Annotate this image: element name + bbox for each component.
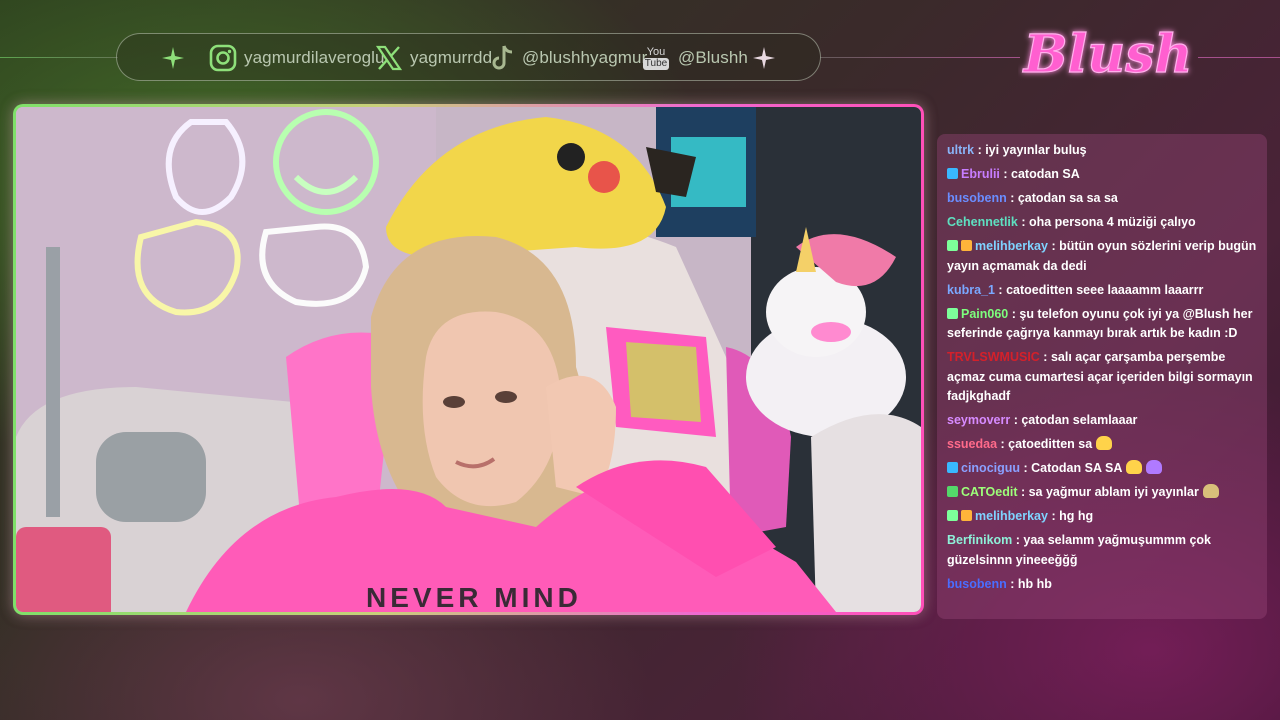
chat-separator: : — [974, 143, 986, 157]
sparkle-icon — [753, 47, 775, 69]
chat-separator: : — [1017, 485, 1029, 499]
chick-emote — [1126, 460, 1143, 474]
chat-message: Ebrulii : catodan SA — [947, 165, 1257, 185]
chat-text: catoeditten seee laaaamm laaarrr — [1006, 282, 1204, 297]
blush-logo: Blush — [1021, 23, 1193, 85]
gift-badge-icon — [947, 240, 958, 251]
crown-badge-icon — [961, 510, 972, 521]
chat-message: TRVLSWMUSIC : salı açar çarşamba perşemb… — [947, 348, 1257, 407]
chat-text: sa yağmur ablam iyi yayınlar — [1028, 485, 1199, 499]
instagram-handle: yagmurdilaveroglu — [244, 48, 385, 67]
social-tiktok[interactable]: @blushhyagmur — [491, 44, 647, 72]
chat-separator: : — [1047, 509, 1060, 523]
webcam-frame: NEVER MIND — [13, 104, 924, 615]
youtube-icon-text-top: You — [646, 45, 666, 58]
tiktok-handle: @blushhyagmur — [522, 48, 648, 67]
chat-message: melihberkay : hg hg — [947, 507, 1257, 527]
chat-username[interactable]: CATOedit — [961, 485, 1017, 499]
chat-separator: : — [1012, 533, 1024, 547]
chat-message: busobenn : hb hb — [947, 575, 1257, 595]
chat-separator: : — [1047, 239, 1060, 253]
chat-username[interactable]: seymoverr — [947, 413, 1010, 427]
chat-username[interactable]: ssuedaa — [947, 437, 997, 451]
youtube-icon-text-bottom: Tube — [642, 57, 670, 70]
chat-separator: : — [1006, 191, 1018, 205]
chat-username[interactable]: busobenn — [947, 577, 1007, 591]
chat-message: Berfinikom : yaa selamm yağmuşummm çok g… — [947, 531, 1257, 570]
youtube-icon: You Tube — [641, 44, 671, 72]
chat-message: Pain060 : şu telefon oyunu çok iyi ya @B… — [947, 305, 1257, 344]
chat-text: hg hg — [1059, 509, 1094, 523]
social-youtube[interactable]: You Tube @Blushh — [641, 44, 748, 72]
sa-emote — [1146, 460, 1163, 474]
cube-badge-icon — [947, 462, 958, 473]
decor-line-far-right — [1198, 57, 1280, 58]
chat-text: çatoeditten sa — [1008, 437, 1093, 451]
chat-username[interactable]: cinociguu — [961, 461, 1020, 475]
x-handle: yagmurrdd — [410, 48, 493, 67]
chat-text: catodan SA — [1011, 167, 1080, 181]
chat-message: ssuedaa : çatoeditten sa — [947, 435, 1257, 455]
chat-message: busobenn : çatodan sa sa sa — [947, 189, 1257, 209]
chat-username[interactable]: Cehennetlik — [947, 215, 1018, 229]
chat-text: çatodan sa sa sa — [1017, 191, 1118, 205]
chat-separator: : — [994, 282, 1007, 297]
chat-text: iyi yayınlar buluş — [985, 143, 1087, 157]
chat-username[interactable]: Berfinikom — [947, 533, 1012, 547]
x-icon — [375, 45, 403, 71]
webcam-scene: NEVER MIND — [16, 107, 921, 612]
chat-message: CATOedit : sa yağmur ablam iyi yayınlar — [947, 483, 1257, 503]
webcam-feed: NEVER MIND — [16, 107, 921, 612]
instagram-icon — [209, 44, 237, 72]
chat-text: Catodan SA SA — [1031, 461, 1123, 475]
chat-separator: : — [1010, 413, 1022, 427]
chat-separator: : — [1039, 350, 1051, 364]
chat-message: Cehennetlik : oha persona 4 müziği çalıy… — [947, 213, 1257, 233]
chat-username[interactable]: TRVLSWMUSIC — [947, 350, 1040, 364]
gift-badge-icon — [947, 307, 958, 319]
chat-username[interactable]: ultrk — [947, 143, 974, 157]
social-bar: yagmurdilaveroglu yagmurrdd @blushhyagmu… — [116, 33, 821, 81]
chat-separator: : — [997, 437, 1009, 451]
chat-username[interactable]: melihberkay — [975, 509, 1048, 523]
chat-message: cinociguu : Catodan SA SA — [947, 459, 1257, 479]
decor-line-left — [0, 57, 118, 58]
chat-text: çatodan selamlaaar — [1021, 413, 1138, 427]
check-badge-icon — [947, 486, 958, 497]
chat-text: hb hb — [1017, 576, 1052, 591]
cat-emote — [1202, 484, 1219, 498]
sweater-print: NEVER MIND — [366, 582, 582, 612]
chat-username[interactable]: Ebrulii — [961, 167, 1000, 181]
cube-badge-icon — [947, 168, 958, 179]
social-instagram[interactable]: yagmurdilaveroglu — [209, 44, 385, 72]
chat-username[interactable]: melihberkay — [975, 239, 1048, 253]
chat-username[interactable]: kubra_1 — [947, 283, 995, 297]
chat-panel: ultrk : iyi yayınlar buluş Ebrulii : cato… — [937, 134, 1267, 619]
tiktok-icon — [492, 45, 513, 70]
chat-message: seymoverr : çatodan selamlaaar — [947, 411, 1257, 431]
chat-separator: : — [1017, 215, 1029, 229]
sparkle-icon — [162, 47, 184, 69]
chat-message: melihberkay : bütün oyun sözlerini verip… — [947, 237, 1257, 276]
chat-separator: : — [1008, 306, 1020, 321]
social-x[interactable]: yagmurrdd — [375, 44, 492, 72]
chat-message: ultrk : iyi yayınlar buluş — [947, 141, 1257, 161]
chat-separator: : — [1006, 576, 1018, 591]
logo-text: Blush — [1022, 24, 1193, 85]
chat-username[interactable]: Pain060 — [961, 307, 1008, 321]
decor-line-right — [820, 57, 1020, 58]
chat-username[interactable]: busobenn — [947, 191, 1007, 205]
chick-emote — [1096, 436, 1113, 450]
chat-separator: : — [999, 167, 1012, 181]
crown-badge-icon — [961, 240, 972, 251]
chat-message: kubra_1 : catoeditten seee laaaamm laaar… — [947, 281, 1257, 301]
chat-text: oha persona 4 müziği çalıyo — [1028, 215, 1196, 229]
gift-badge-icon — [947, 510, 958, 521]
youtube-handle: @Blushh — [678, 48, 748, 67]
chat-separator: : — [1020, 461, 1032, 475]
